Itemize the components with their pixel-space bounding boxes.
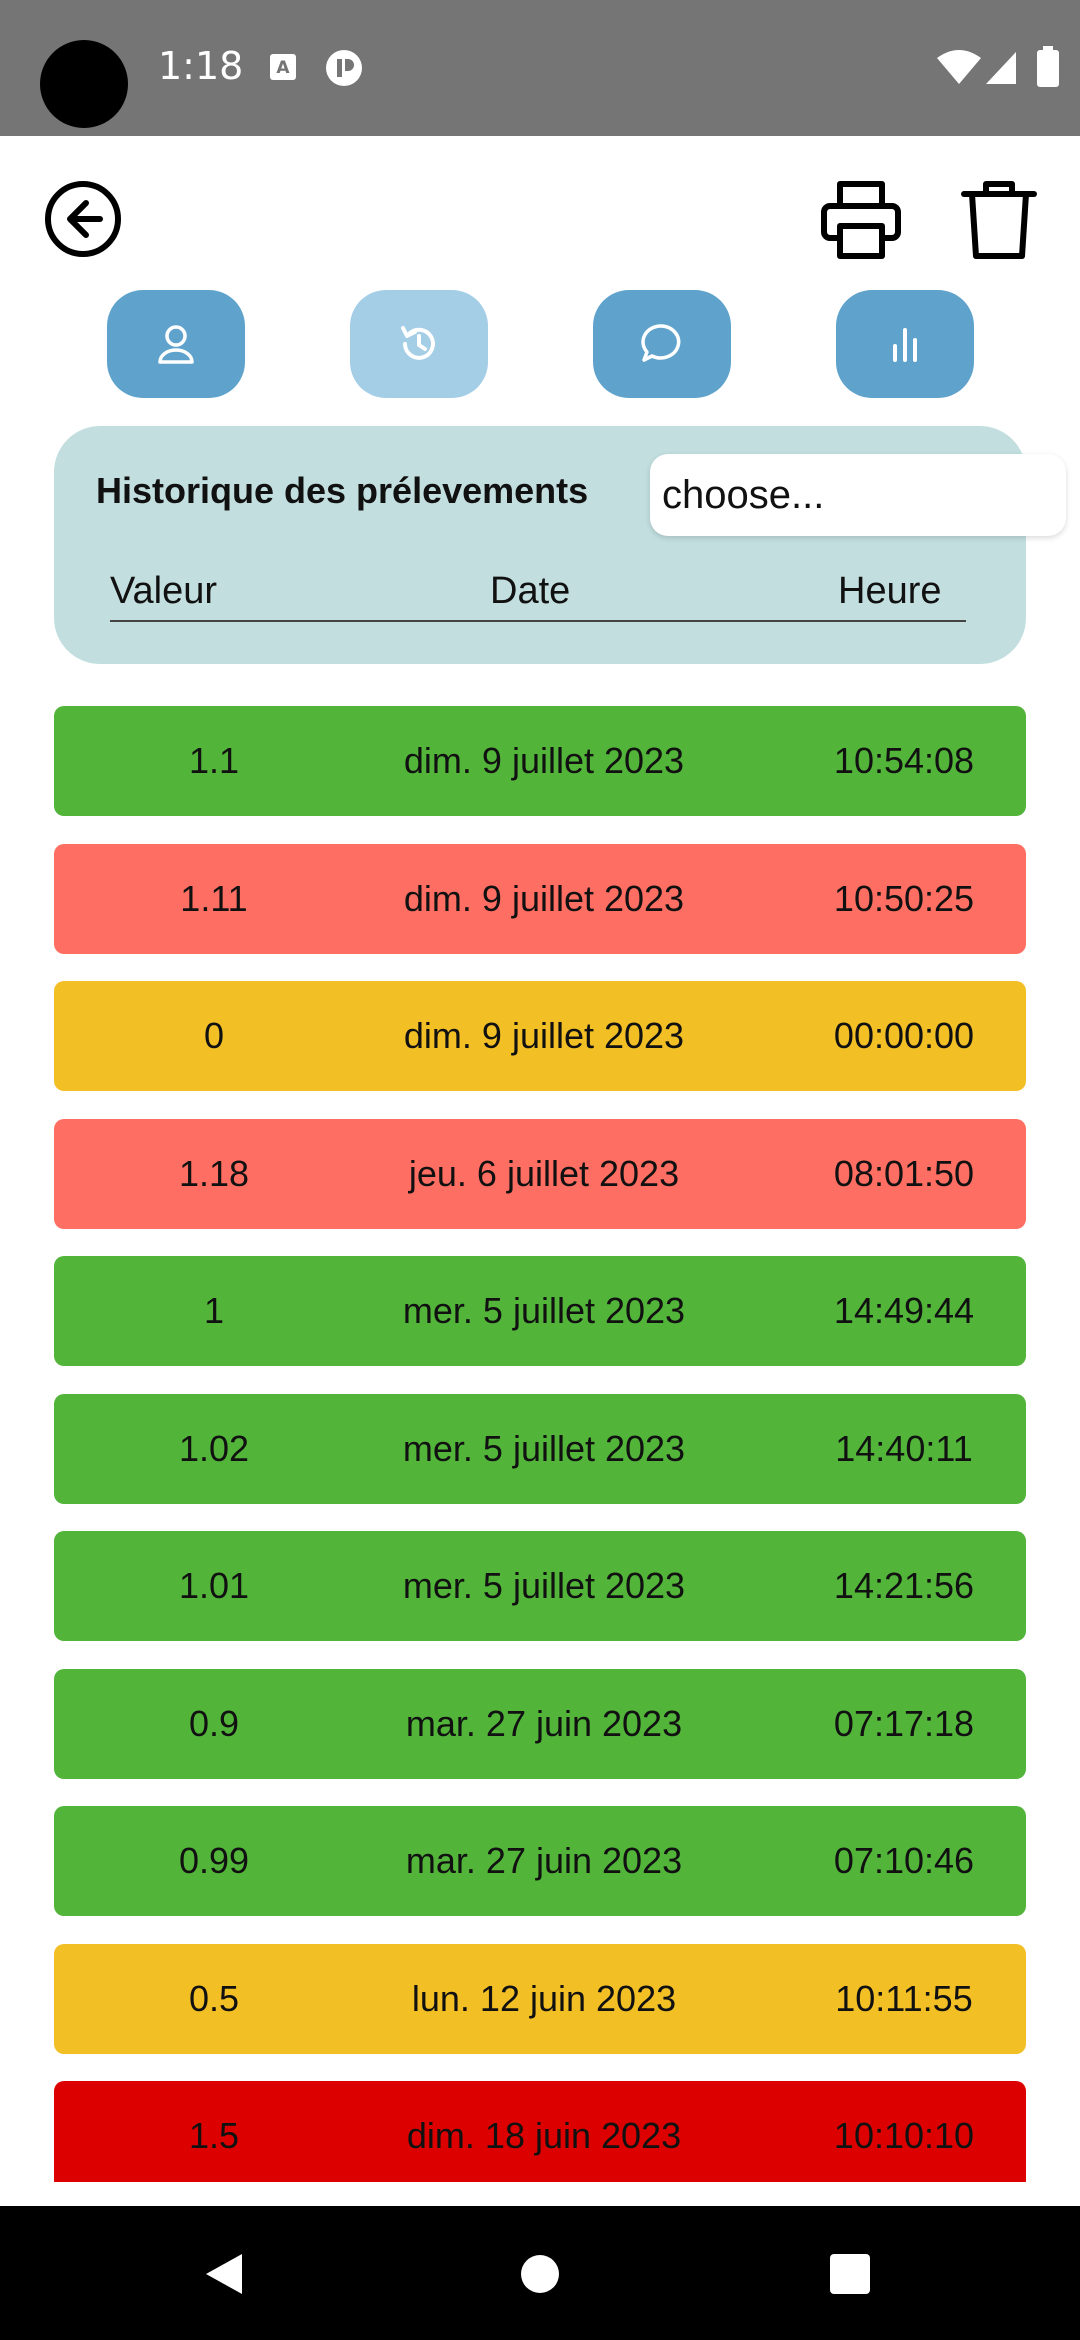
row-value: 1.5 [188,2115,240,2156]
history-row[interactable]: 0.5 lun. 12 juin 2023 10:11:55 [54,1943,1026,2054]
camera-cutout [40,40,128,128]
row-time: 10:50:25 [833,877,975,919]
system-nav-bar [0,2206,1080,2340]
trash-icon [961,181,1037,259]
history-row[interactable]: 1.5 dim. 18 juin 2023 10:10:10 [54,2081,1026,2182]
keyboard-notification-icon: A [270,54,296,80]
arrow-left-circle-icon [45,181,121,257]
history-row[interactable]: 1.02 mer. 5 juillet 2023 14:40:11 [54,1393,1026,1504]
signal-icon [986,52,1016,84]
column-header-value: Valeur [110,570,218,612]
history-list: 1.1 dim. 9 juillet 2023 10:54:08 1.11 dim. 9… [54,706,1026,2182]
row-value: 0 [203,1015,225,1056]
history-row[interactable]: 0.9 mar. 27 juin 2023 07:17:18 [54,1668,1026,1779]
row-value: 0.5 [188,1977,240,2019]
row-date: mar. 27 juin 2023 [405,1702,683,1744]
wifi-icon [937,50,981,84]
row-date: mer. 5 juillet 2023 [402,1427,686,1469]
column-header-date: Date [490,570,571,612]
history-row[interactable]: 0 dim. 9 juillet 2023 00:00:00 [54,981,1026,1091]
page-title: Historique des prélevements [96,470,589,511]
row-time: 10:10:10 [833,2115,975,2156]
row-value: 1.18 [178,1152,250,1194]
history-row[interactable]: 1.01 mer. 5 juillet 2023 14:21:56 [54,1531,1026,1641]
tab-messages[interactable] [593,290,731,398]
row-date: lun. 12 juin 2023 [411,1977,677,2019]
row-time: 10:54:08 [833,740,975,781]
tab-profile[interactable] [107,290,245,398]
row-date: dim. 18 juin 2023 [406,2115,682,2156]
row-time: 10:11:55 [835,1977,973,2019]
nav-home-icon[interactable] [520,2254,560,2294]
row-date: dim. 9 juillet 2023 [403,877,685,919]
print-button[interactable] [818,176,904,262]
header-divider [110,620,966,622]
row-time: 14:40:11 [835,1427,973,1469]
back-button[interactable] [40,176,126,262]
row-value: 1.02 [178,1427,250,1469]
history-row[interactable]: 1 mer. 5 juillet 2023 14:49:44 [54,1256,1026,1366]
nav-back-icon[interactable] [204,2252,244,2296]
row-time: 14:49:44 [833,1290,975,1331]
chat-icon [641,324,681,362]
svg-text:A: A [276,58,290,78]
row-value: 0.9 [188,1702,240,1744]
history-row[interactable]: 0.99 mar. 27 juin 2023 07:10:46 [54,1806,1026,1916]
column-header-time: Heure [838,570,942,612]
row-value: 1.01 [178,1565,250,1606]
history-row[interactable]: 1.11 dim. 9 juillet 2023 10:50:25 [54,843,1026,954]
user-icon [158,325,194,364]
row-value: 1.11 [180,877,248,919]
status-bar: 1:18 A [0,0,1080,136]
row-date: dim. 9 juillet 2023 [403,1015,685,1056]
delete-button[interactable] [956,176,1042,262]
row-value: 0.99 [178,1840,250,1881]
app-notification-icon [326,50,362,86]
row-date: jeu. 6 juillet 2023 [408,1152,680,1194]
row-value: 1.1 [188,740,240,781]
row-time: 14:21:56 [833,1565,975,1606]
history-icon [401,326,435,360]
status-time: 1:18 [158,44,244,88]
row-date: mer. 5 juillet 2023 [402,1565,686,1606]
printer-icon [821,181,901,259]
row-time: 07:10:46 [833,1840,975,1881]
nav-recents-icon[interactable] [830,2254,870,2294]
history-row[interactable]: 1.18 jeu. 6 juillet 2023 08:01:50 [54,1118,1026,1229]
history-header-card: Historique des prélevements choose... Va… [54,426,1066,664]
choose-dropdown[interactable]: choose... [650,454,1066,536]
battery-icon [1037,46,1059,87]
row-date: mer. 5 juillet 2023 [402,1290,686,1331]
history-row[interactable]: 1.1 dim. 9 juillet 2023 10:54:08 [54,706,1026,816]
row-time: 08:01:50 [833,1152,975,1194]
row-date: dim. 9 juillet 2023 [403,740,685,781]
row-value: 1 [203,1290,225,1331]
bar-chart-icon [893,328,917,362]
row-date: mar. 27 juin 2023 [405,1840,683,1881]
tab-statistics[interactable] [836,290,974,398]
tab-history[interactable] [350,290,488,398]
row-time: 07:17:18 [833,1702,975,1744]
row-time: 00:00:00 [833,1015,975,1056]
